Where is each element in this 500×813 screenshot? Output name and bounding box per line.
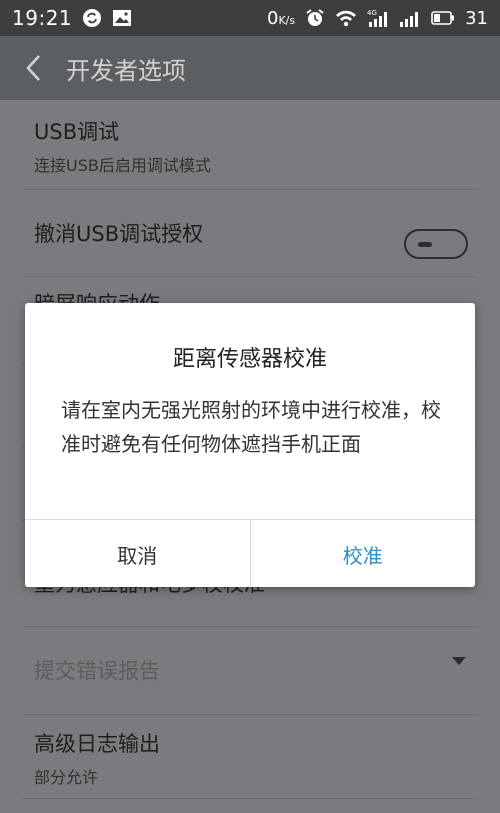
dropdown-arrow-icon[interactable] bbox=[452, 657, 466, 665]
back-button[interactable] bbox=[0, 36, 66, 100]
usb-debug-item[interactable]: USB调试 连接USB后启用调试模式 bbox=[0, 116, 500, 176]
svg-text:4G: 4G bbox=[367, 9, 377, 17]
chevron-left-icon bbox=[26, 55, 40, 81]
submit-bug-report-item: 提交错误报告 bbox=[0, 655, 500, 685]
divider bbox=[22, 189, 478, 190]
dialog-buttons: 取消 校准 bbox=[25, 519, 475, 587]
divider bbox=[22, 714, 478, 715]
battery-percent: 31 bbox=[465, 7, 488, 29]
signal-icon bbox=[399, 8, 421, 28]
signal-4g-icon: 4G bbox=[367, 8, 389, 28]
alarm-icon bbox=[305, 8, 325, 28]
dialog-message: 请在室内无强光照射的环境中进行校准，校准时避免有任何物体遮挡手机正面 bbox=[61, 398, 441, 456]
dialog-title: 距离传感器校准 bbox=[172, 347, 327, 372]
net-speed: 0K/s bbox=[266, 7, 296, 29]
wifi-icon bbox=[335, 9, 357, 27]
advanced-log-item[interactable]: 高级日志输出 部分允许 bbox=[0, 728, 500, 788]
divider bbox=[22, 626, 478, 627]
cancel-button[interactable]: 取消 bbox=[25, 520, 251, 587]
page-title: 开发者选项 bbox=[66, 56, 186, 85]
usb-debug-subtitle: 连接USB后启用调试模式 bbox=[34, 156, 211, 175]
app-bar: 开发者选项 bbox=[0, 36, 500, 100]
revoke-usb-item[interactable]: 撤消USB调试授权 bbox=[0, 218, 500, 248]
usb-debug-title: USB调试 bbox=[34, 120, 120, 144]
battery-icon bbox=[431, 11, 455, 25]
advanced-log-title: 高级日志输出 bbox=[34, 732, 160, 756]
sync-icon bbox=[82, 8, 102, 28]
revoke-usb-title: 撤消USB调试授权 bbox=[34, 222, 204, 246]
divider bbox=[22, 276, 478, 277]
status-time: 19:21 bbox=[12, 6, 73, 30]
image-icon bbox=[112, 9, 132, 27]
status-bar: 19:21 0K/s 4G 31 bbox=[0, 0, 500, 36]
advanced-log-subtitle: 部分允许 bbox=[34, 768, 99, 787]
calibration-dialog: 距离传感器校准 请在室内无强光照射的环境中进行校准，校准时避免有任何物体遮挡手机… bbox=[25, 303, 475, 587]
calibrate-button[interactable]: 校准 bbox=[251, 520, 476, 587]
divider bbox=[22, 798, 478, 799]
submit-bug-report-title: 提交错误报告 bbox=[34, 659, 160, 683]
